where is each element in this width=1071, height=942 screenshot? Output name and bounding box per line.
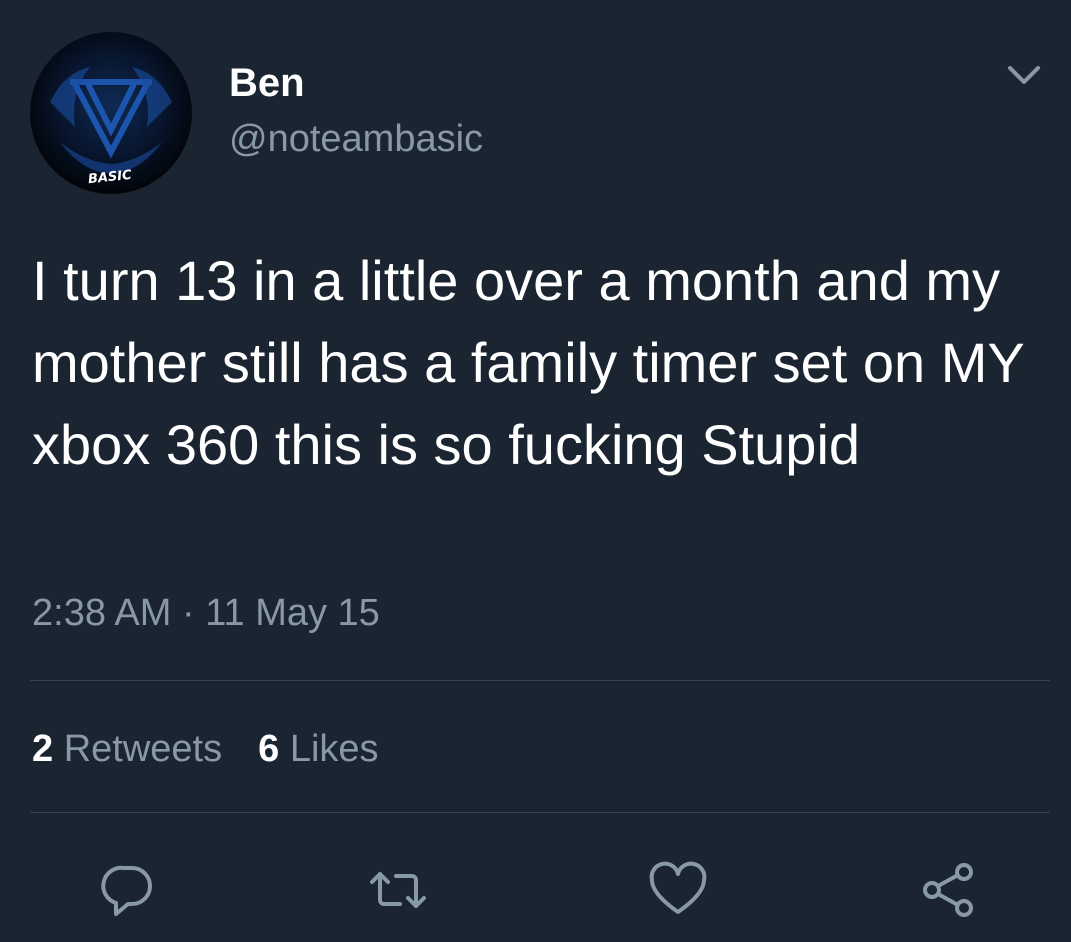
avatar[interactable]: BASIC [30, 32, 192, 194]
reply-icon[interactable] [98, 860, 158, 920]
likes-label: Likes [289, 728, 379, 770]
like-icon[interactable] [648, 860, 708, 920]
divider [30, 680, 1050, 681]
tweet-text: I turn 13 in a little over a month and m… [32, 249, 1024, 476]
retweets-label: Retweets [63, 728, 223, 770]
retweet-icon[interactable] [368, 860, 428, 920]
retweets-count: 2 [32, 728, 54, 770]
user-handle[interactable]: @noteambasic [229, 118, 483, 161]
tweet-timestamp[interactable]: 2:38 AM · 11 May 15 [32, 592, 380, 635]
divider [30, 812, 1050, 813]
chevron-down-icon[interactable] [1004, 60, 1044, 90]
share-icon[interactable] [918, 860, 978, 920]
likes-count: 6 [258, 728, 280, 770]
display-name[interactable]: Ben [229, 61, 305, 106]
tweet: BASIC Ben @noteambasic I turn 13 in a li… [0, 0, 1071, 942]
likes-stat[interactable]: 6 Likes [258, 728, 378, 770]
retweets-stat[interactable]: 2 Retweets [32, 728, 222, 770]
tweet-stats: 2 Retweets 6 Likes [32, 728, 379, 771]
